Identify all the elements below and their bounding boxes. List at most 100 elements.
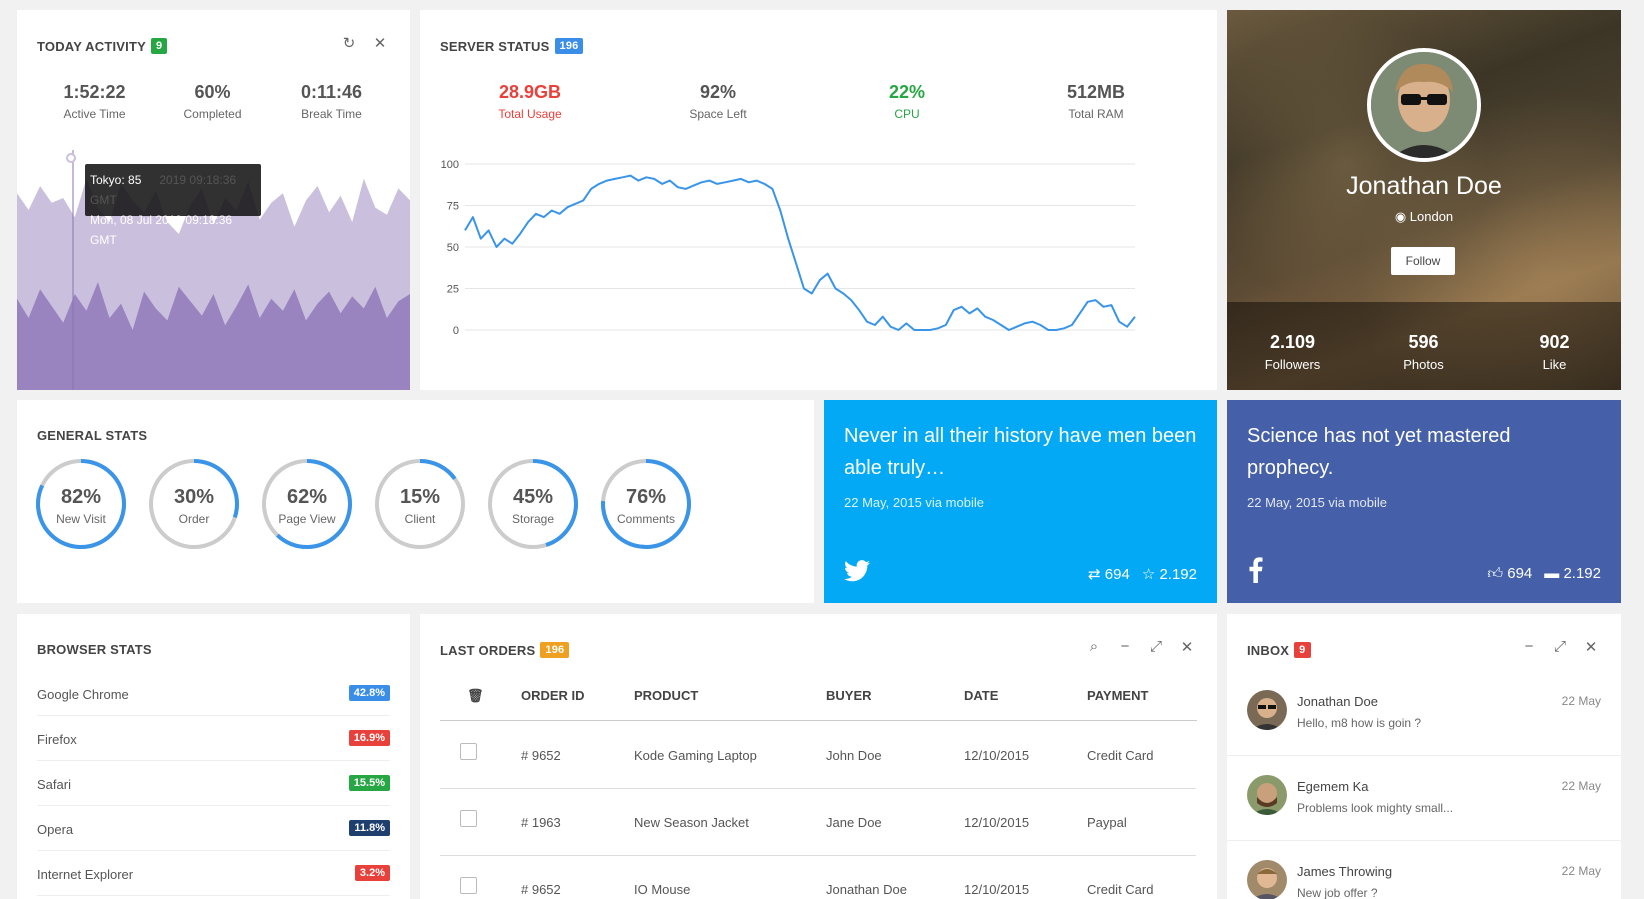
col-header-buyer[interactable]: BUYER (826, 688, 872, 703)
message-date: 22 May (1561, 779, 1601, 793)
like-count-text: 694 (1507, 565, 1533, 582)
avatar-image (1252, 868, 1282, 899)
completed-stat: 60% Completed (155, 82, 270, 121)
row-checkbox[interactable] (460, 877, 477, 894)
browser-name: Internet Explorer (37, 867, 134, 882)
gauge-new-visit: 82% New Visit (33, 456, 129, 552)
table-row[interactable]: # 1963 New Season Jacket Jane Doe 12/10/… (440, 790, 1196, 856)
gauge-label: Client (404, 512, 436, 526)
avatar[interactable] (1367, 48, 1481, 162)
payment-cell: Paypal (1087, 815, 1127, 830)
gauge-value: 45% (512, 486, 554, 508)
today-activity-badge: 9 (151, 38, 168, 54)
order-id-cell: # 1963 (521, 815, 561, 830)
message-sender: Jonathan Doe (1297, 694, 1378, 709)
buyer-cell: Jonathan Doe (826, 882, 907, 897)
gauge-label: Comments (616, 512, 675, 526)
star-icon: ☆ (1141, 566, 1156, 583)
browser-row-safari: Safari 15.5% (37, 762, 390, 806)
tweet-text: Never in all their history have men been… (844, 425, 1197, 479)
thumbs-up-icon: 👍︎ (1487, 565, 1504, 582)
product-cell: New Season Jacket (634, 815, 749, 830)
series-line-0 (464, 174, 1136, 331)
message-sender: James Throwing (1297, 864, 1393, 879)
avatar (1247, 775, 1287, 815)
order-id-cell: # 9652 (521, 882, 561, 897)
y-tick-label: 0 (453, 325, 459, 337)
profile-location-text: London (1409, 209, 1454, 224)
expand-icon[interactable]: ⤢ (1146, 638, 1166, 655)
stat-label: Completed (183, 107, 242, 121)
stat-label: Active Time (63, 107, 126, 121)
product-cell: Kode Gaming Laptop (634, 748, 757, 763)
map-pin-icon: ◉ (1394, 209, 1407, 224)
server-status-title: SERVER STATUS 196 (440, 38, 584, 54)
tooltip-series: Tokyo: 85 2019 09:18:36 GMT (90, 170, 256, 210)
browser-row-ie: Internet Explorer 3.2% (37, 852, 390, 896)
minimize-icon[interactable]: − (1519, 638, 1539, 655)
refresh-icon[interactable]: ↻ (339, 34, 359, 52)
server-line-chart[interactable]: 100 75 50 25 0 (420, 150, 1217, 370)
inbox-badge: 9 (1294, 642, 1311, 658)
twitter-card[interactable]: Never in all their history have men been… (824, 400, 1217, 603)
favorite-count-text: 2.192 (1159, 566, 1197, 583)
like-count[interactable]: 👍︎ 694 (1487, 565, 1532, 583)
comment-icon: ▬ (1544, 565, 1560, 582)
stat-value: 512MB (1066, 82, 1126, 102)
close-icon[interactable]: ✕ (370, 34, 390, 52)
chart-tooltip: Tokyo: 85 2019 09:18:36 GMT Mon, 08 Jul 2… (85, 164, 261, 247)
avatar-image (1251, 698, 1283, 730)
close-icon[interactable]: ✕ (1581, 638, 1601, 656)
follow-button[interactable]: Follow (1391, 247, 1455, 275)
server-stat-total-ram: 512MB Total RAM (1006, 82, 1186, 121)
hover-point (66, 153, 76, 163)
gauge-comments: 76% Comments (598, 456, 694, 552)
server-stat-space-left: 92% Space Left (628, 82, 808, 121)
stat-label: Followers (1264, 357, 1321, 372)
col-header-payment[interactable]: PAYMENT (1087, 688, 1148, 703)
row-checkbox[interactable] (460, 743, 477, 760)
close-icon[interactable]: ✕ (1177, 638, 1197, 656)
browser-percent-badge: 15.5% (348, 775, 390, 791)
facebook-card[interactable]: Science has not yet mastered prophecy. 2… (1227, 400, 1621, 603)
inbox-message[interactable]: Jonathan Doe Hello, m8 how is goin ? 22 … (1227, 672, 1621, 756)
col-header-date[interactable]: DATE (964, 688, 998, 703)
table-row[interactable]: # 9652 Kode Gaming Laptop John Doe 12/10… (440, 723, 1196, 789)
favorite-count[interactable]: ☆ 2.192 (1142, 565, 1197, 583)
likes-stat: 902 Like (1489, 332, 1620, 372)
last-orders-title-text: LAST ORDERS (440, 642, 536, 658)
gauge-order: 30% Order (146, 456, 242, 552)
message-sender: Egemem Ka (1297, 779, 1369, 794)
table-header-divider (440, 720, 1197, 721)
order-id-cell: # 9652 (521, 748, 561, 763)
col-header-order-id[interactable]: ORDER ID (521, 688, 585, 703)
stat-value: 60% (194, 82, 231, 102)
col-header-product[interactable]: PRODUCT (634, 688, 698, 703)
stat-label: Break Time (301, 107, 362, 121)
search-icon[interactable]: ⌕ (1084, 638, 1104, 655)
gauge-page-view: 62% Page View (259, 456, 355, 552)
gauge-storage: 45% Storage (485, 456, 581, 552)
retweet-count[interactable]: ⇄ 694 (1088, 565, 1130, 583)
browser-name: Safari (37, 777, 71, 792)
server-status-badge: 196 (554, 38, 584, 54)
message-date: 22 May (1561, 694, 1601, 708)
inbox-message[interactable]: James Throwing New job offer ? 22 May (1227, 842, 1621, 899)
browser-percent-badge: 16.9% (348, 730, 390, 746)
delete-icon[interactable]: 🗑︎ (467, 688, 484, 704)
stat-label: Photos (1403, 357, 1444, 372)
stat-value: 1:52:22 (63, 82, 126, 102)
expand-icon[interactable]: ⤢ (1550, 638, 1570, 655)
inbox-message[interactable]: Egemem Ka Problems look mighty small... … (1227, 757, 1621, 841)
table-row[interactable]: # 9652 IO Mouse Jonathan Doe 12/10/2015 … (440, 857, 1196, 899)
gauge-client: 15% Client (372, 456, 468, 552)
buyer-cell: Jane Doe (826, 815, 882, 830)
row-checkbox[interactable] (460, 810, 477, 827)
retweet-icon: ⇄ (1088, 566, 1101, 583)
comment-count[interactable]: ▬ 2.192 (1544, 565, 1601, 583)
message-preview: New job offer ? (1297, 886, 1378, 899)
stat-value: 902 (1539, 332, 1570, 352)
minimize-icon[interactable]: − (1115, 638, 1135, 655)
gauge-value: 62% (286, 486, 328, 508)
server-status-title-text: SERVER STATUS (440, 38, 550, 54)
